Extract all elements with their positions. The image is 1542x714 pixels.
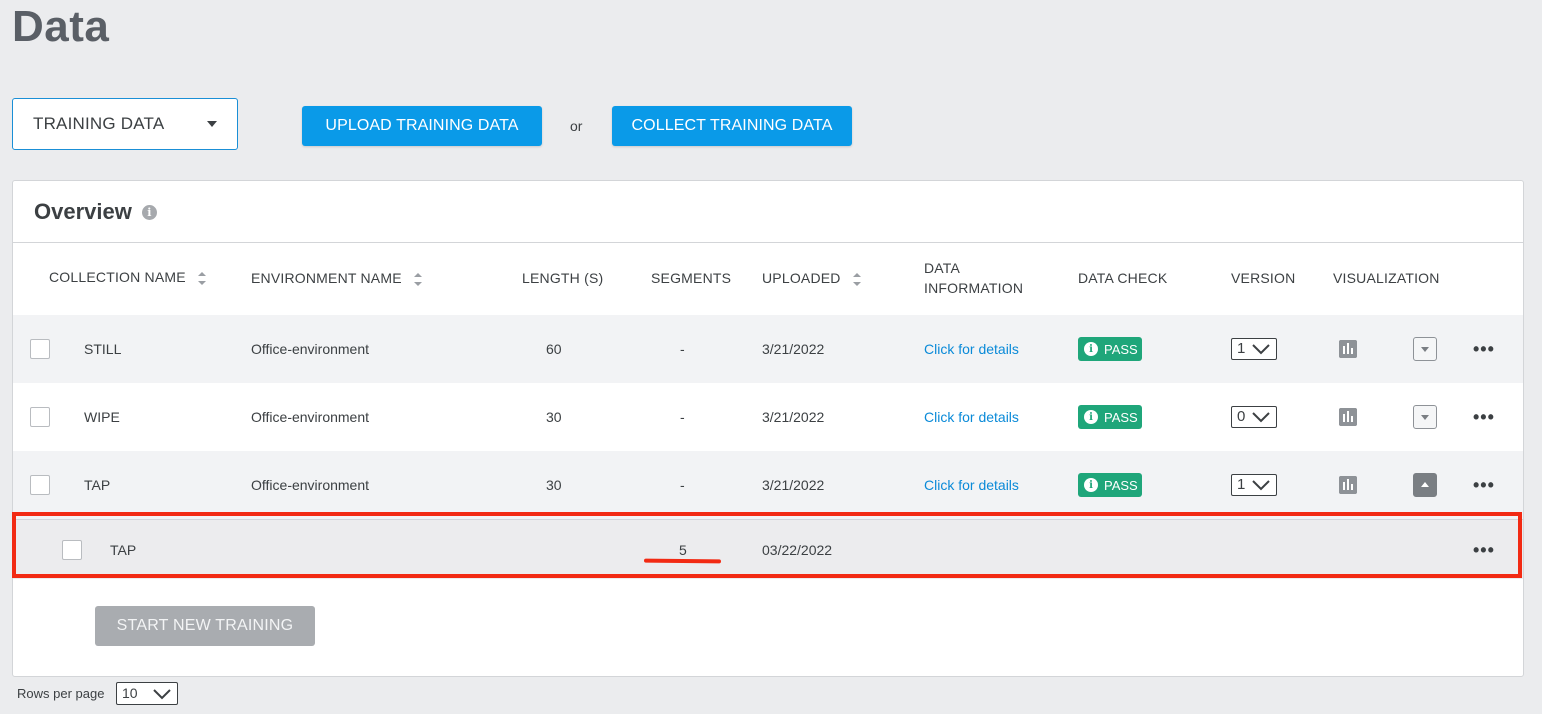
length-cell: 30: [546, 409, 562, 425]
column-header-uploaded[interactable]: UPLOADED: [762, 268, 861, 288]
info-icon: i: [1084, 478, 1098, 492]
column-header-segments: SEGMENTS: [651, 270, 732, 286]
segments-cell: -: [680, 341, 685, 357]
caret-down-icon: [1421, 415, 1429, 420]
data-details-link[interactable]: Click for details: [924, 341, 1019, 357]
overview-panel: Overview i COLLECTION NAME ENVIRONMENT N…: [12, 180, 1524, 677]
environment-name-cell: Office-environment: [251, 341, 370, 357]
version-value: 1: [1237, 476, 1246, 493]
column-header-data-information: DATA INFORMATION: [924, 260, 1024, 296]
dataset-type-select-value: TRAINING DATA: [33, 114, 165, 133]
data-check-label: PASS: [1104, 477, 1138, 493]
info-icon: i: [1084, 342, 1098, 356]
sort-icon[interactable]: [852, 272, 861, 286]
more-options-icon[interactable]: •••: [1473, 408, 1495, 426]
underline-annotation: [643, 558, 722, 564]
data-details-link[interactable]: Click for details: [924, 409, 1019, 425]
start-new-training-button[interactable]: START NEW TRAINING: [95, 606, 315, 646]
version-select[interactable]: 0: [1231, 406, 1277, 428]
collection-name-cell: WIPE: [84, 409, 120, 425]
segments-cell: -: [680, 409, 685, 425]
collapse-row-button[interactable]: [1413, 473, 1437, 497]
chevron-down-icon: [1252, 412, 1270, 423]
segments-cell: -: [680, 477, 685, 493]
data-check-badge: i PASS: [1078, 337, 1142, 361]
data-details-link[interactable]: Click for details: [924, 477, 1019, 493]
data-check-label: PASS: [1104, 341, 1138, 357]
row-checkbox[interactable]: [30, 407, 50, 427]
data-check-badge: i PASS: [1078, 473, 1142, 497]
data-check-label: PASS: [1104, 409, 1138, 425]
table-row: STILL Office-environment 60 - 3/21/2022 …: [13, 315, 1523, 383]
bar-chart-icon[interactable]: [1339, 476, 1357, 494]
caret-down-icon: [207, 121, 217, 127]
length-cell: 60: [546, 341, 562, 357]
sort-icon[interactable]: [197, 271, 206, 285]
version-select[interactable]: 1: [1231, 474, 1277, 496]
rows-per-page-select[interactable]: 10: [116, 682, 178, 705]
uploaded-cell: 3/21/2022: [762, 341, 825, 357]
rows-per-page-label: Rows per page: [17, 686, 105, 701]
length-cell: 30: [546, 477, 562, 493]
version-select[interactable]: 1: [1231, 338, 1277, 360]
column-header-visualization: VISUALIZATION: [1333, 270, 1440, 286]
caret-down-icon: [1421, 347, 1429, 352]
data-check-badge: i PASS: [1078, 405, 1142, 429]
row-checkbox[interactable]: [30, 339, 50, 359]
overview-header: Overview i: [13, 181, 1523, 243]
column-header-environment-name[interactable]: ENVIRONMENT NAME: [251, 268, 422, 288]
table-row: WIPE Office-environment 30 - 3/21/2022 C…: [13, 383, 1523, 451]
uploaded-cell: 3/21/2022: [762, 477, 825, 493]
page-title: Data: [12, 2, 110, 51]
bar-chart-icon[interactable]: [1339, 340, 1357, 358]
table-row: TAP Office-environment 30 - 3/21/2022 Cl…: [13, 451, 1523, 519]
or-separator: or: [570, 118, 583, 134]
collection-name-cell: STILL: [84, 341, 122, 357]
column-header-length: LENGTH (S): [522, 270, 604, 286]
uploaded-cell: 3/21/2022: [762, 409, 825, 425]
collect-training-data-button[interactable]: COLLECT TRAINING DATA: [612, 106, 852, 146]
expand-row-button[interactable]: [1413, 337, 1437, 361]
rows-per-page-value: 10: [122, 685, 138, 701]
chevron-down-icon: [1252, 344, 1270, 355]
bar-chart-icon[interactable]: [1339, 408, 1357, 426]
caret-up-icon: [1421, 482, 1429, 487]
overview-title: Overview: [34, 198, 132, 224]
column-header-data-check: DATA CHECK: [1078, 270, 1168, 286]
dataset-type-select[interactable]: TRAINING DATA: [12, 98, 238, 150]
more-options-icon[interactable]: •••: [1473, 340, 1495, 358]
column-header-label: UPLOADED: [762, 270, 841, 286]
version-value: 0: [1237, 408, 1246, 425]
chevron-down-icon: [153, 689, 171, 700]
column-header-collection-name[interactable]: COLLECTION NAME: [49, 267, 206, 287]
environment-name-cell: Office-environment: [251, 409, 370, 425]
sort-icon[interactable]: [413, 272, 422, 286]
environment-name-cell: Office-environment: [251, 477, 370, 493]
highlight-box-annotation: [12, 512, 1522, 578]
info-icon[interactable]: i: [141, 205, 157, 220]
version-value: 1: [1237, 340, 1246, 357]
chevron-down-icon: [1252, 480, 1270, 491]
column-header-label: COLLECTION NAME: [49, 269, 186, 285]
upload-training-data-button[interactable]: UPLOAD TRAINING DATA: [302, 106, 542, 146]
expand-row-button[interactable]: [1413, 405, 1437, 429]
collection-name-cell: TAP: [84, 477, 111, 493]
row-checkbox[interactable]: [30, 475, 50, 495]
column-header-version: VERSION: [1231, 270, 1296, 286]
column-header-label: ENVIRONMENT NAME: [251, 270, 402, 286]
more-options-icon[interactable]: •••: [1473, 476, 1495, 494]
info-icon: i: [1084, 410, 1098, 424]
